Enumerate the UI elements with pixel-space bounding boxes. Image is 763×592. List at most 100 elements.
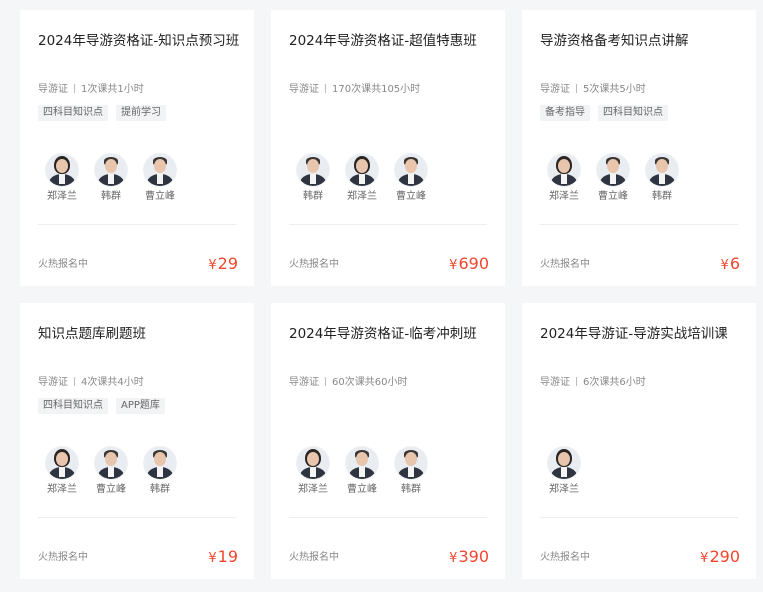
teacher-avatar[interactable] bbox=[45, 153, 79, 187]
enrollment-status: 火热报名中 bbox=[38, 552, 88, 563]
teacher[interactable]: 郑泽兰 bbox=[38, 153, 86, 203]
course-tag: 备考指导 bbox=[540, 105, 590, 121]
teacher[interactable]: 韩群 bbox=[387, 446, 435, 496]
card-divider bbox=[289, 224, 487, 225]
course-tags: 四科目知识点 提前学习 bbox=[38, 105, 166, 121]
teacher-name: 郑泽兰 bbox=[549, 484, 579, 495]
teacher-name: 郑泽兰 bbox=[298, 484, 328, 495]
teacher-list: 郑泽兰 曹立峰 韩群 bbox=[38, 446, 185, 496]
course-price: ¥29 bbox=[208, 254, 238, 276]
course-title[interactable]: 2024年导游资格证-知识点预习班 bbox=[38, 32, 244, 50]
course-title[interactable]: 知识点题库刷题班 bbox=[38, 325, 244, 343]
teacher-name: 韩群 bbox=[652, 191, 672, 202]
course-card[interactable]: 2024年导游资格证-超值特惠班导游证 170次课共105小时韩群 郑泽兰 曹立峰火热… bbox=[271, 10, 505, 286]
course-category: 导游证 bbox=[540, 377, 570, 388]
currency-symbol: ¥ bbox=[449, 258, 458, 273]
course-card[interactable]: 2024年导游资格证-临考冲刺班 导游证 60次课共60小时 郑泽兰 曹立峰 韩群 火热报名… bbox=[271, 303, 505, 579]
currency-symbol: ¥ bbox=[700, 551, 709, 566]
card-divider bbox=[38, 224, 236, 225]
meta-separator bbox=[576, 377, 577, 386]
teacher[interactable]: 曹立峰 bbox=[387, 153, 435, 203]
teacher-avatar[interactable] bbox=[45, 446, 79, 480]
teacher-avatar[interactable] bbox=[547, 153, 581, 187]
course-card[interactable]: 2024年导游资格证-知识点预习班导游证 1次课共1小时四科目知识点 提前学习郑泽兰… bbox=[20, 10, 254, 286]
meta-separator bbox=[74, 377, 75, 386]
teacher-avatar[interactable] bbox=[547, 446, 581, 480]
teacher-list: 郑泽兰 曹立峰 韩群 bbox=[289, 446, 436, 496]
meta-separator bbox=[325, 377, 326, 386]
course-title[interactable]: 2024年导游资格证-超值特惠班 bbox=[289, 32, 495, 50]
teacher-name: 曹立峰 bbox=[396, 191, 426, 202]
course-tag: APP题库 bbox=[116, 398, 165, 414]
teacher-list: 郑泽兰 bbox=[540, 446, 589, 496]
teacher-list: 郑泽兰 韩群 曹立峰 bbox=[38, 153, 185, 203]
teacher[interactable]: 韩群 bbox=[289, 153, 337, 203]
enrollment-status: 火热报名中 bbox=[540, 552, 590, 563]
course-title[interactable]: 导游资格备考知识点讲解 bbox=[540, 32, 746, 50]
teacher-avatar[interactable] bbox=[596, 153, 630, 187]
course-title[interactable]: 2024年导游资格证-临考冲刺班 bbox=[289, 325, 495, 343]
course-meta: 导游证 1次课共1小时 bbox=[38, 84, 144, 96]
teacher[interactable]: 郑泽兰 bbox=[540, 446, 588, 496]
card-divider bbox=[289, 517, 487, 518]
currency-symbol: ¥ bbox=[208, 258, 217, 273]
teacher[interactable]: 郑泽兰 bbox=[540, 153, 588, 203]
meta-separator bbox=[74, 84, 75, 93]
teacher-list: 韩群 郑泽兰 曹立峰 bbox=[289, 153, 436, 203]
course-title[interactable]: 2024年导游证-导游实战培训课 bbox=[540, 325, 746, 343]
meta-separator bbox=[325, 84, 326, 93]
teacher-list: 郑泽兰 曹立峰 韩群 bbox=[540, 153, 687, 203]
course-card[interactable]: 导游资格备考知识点讲解 导游证 5次课共5小时 备考指导 四科目知识点 郑泽兰 曹立峰 韩群火… bbox=[522, 10, 756, 286]
course-category: 导游证 bbox=[289, 84, 319, 95]
course-meta: 导游证 5次课共5小时 bbox=[540, 84, 646, 96]
price-value: 690 bbox=[458, 254, 489, 273]
course-tag: 四科目知识点 bbox=[598, 105, 668, 121]
teacher-avatar[interactable] bbox=[143, 153, 177, 187]
course-lessons: 170次课共105小时 bbox=[332, 84, 421, 95]
teacher[interactable]: 韩群 bbox=[87, 153, 135, 203]
price-value: 290 bbox=[709, 547, 740, 566]
teacher-avatar[interactable] bbox=[645, 153, 679, 187]
card-divider bbox=[540, 517, 738, 518]
course-category: 导游证 bbox=[540, 84, 570, 95]
teacher[interactable]: 曹立峰 bbox=[87, 446, 135, 496]
course-lessons: 5次课共5小时 bbox=[583, 84, 646, 95]
enrollment-status: 火热报名中 bbox=[289, 259, 339, 270]
currency-symbol: ¥ bbox=[449, 551, 458, 566]
teacher-avatar[interactable] bbox=[94, 153, 128, 187]
teacher[interactable]: 韩群 bbox=[638, 153, 686, 203]
teacher-name: 韩群 bbox=[303, 191, 323, 202]
course-category: 导游证 bbox=[289, 377, 319, 388]
course-tag: 提前学习 bbox=[116, 105, 166, 121]
teacher-avatar[interactable] bbox=[94, 446, 128, 480]
course-tags: 备考指导 四科目知识点 bbox=[540, 105, 668, 121]
course-price: ¥290 bbox=[700, 547, 740, 569]
course-meta: 导游证 60次课共60小时 bbox=[289, 377, 407, 389]
teacher-name: 韩群 bbox=[101, 191, 121, 202]
teacher-name: 曹立峰 bbox=[347, 484, 377, 495]
course-card[interactable]: 知识点题库刷题班 导游证 4次课共4小时 四科目知识点 APP题库 郑泽兰 曹立峰 韩群 火热报… bbox=[20, 303, 254, 579]
price-value: 6 bbox=[729, 254, 740, 273]
teacher-name: 韩群 bbox=[150, 484, 170, 495]
teacher[interactable]: 郑泽兰 bbox=[38, 446, 86, 496]
teacher[interactable]: 韩群 bbox=[136, 446, 184, 496]
teacher-avatar[interactable] bbox=[394, 446, 428, 480]
teacher-avatar[interactable] bbox=[296, 153, 330, 187]
teacher-avatar[interactable] bbox=[296, 446, 330, 480]
teacher[interactable]: 曹立峰 bbox=[136, 153, 184, 203]
teacher-name: 郑泽兰 bbox=[47, 484, 77, 495]
teacher-name: 曹立峰 bbox=[96, 484, 126, 495]
course-price: ¥6 bbox=[721, 254, 740, 276]
teacher[interactable]: 郑泽兰 bbox=[289, 446, 337, 496]
teacher[interactable]: 曹立峰 bbox=[338, 446, 386, 496]
teacher[interactable]: 郑泽兰 bbox=[338, 153, 386, 203]
teacher-name: 郑泽兰 bbox=[549, 191, 579, 202]
course-category: 导游证 bbox=[38, 84, 68, 95]
teacher-avatar[interactable] bbox=[345, 446, 379, 480]
course-card[interactable]: 2024年导游证-导游实战培训课 导游证 6次课共6小时 郑泽兰 火热报名中 ¥290 bbox=[522, 303, 756, 579]
teacher-avatar[interactable] bbox=[345, 153, 379, 187]
teacher[interactable]: 曹立峰 bbox=[589, 153, 637, 203]
teacher-avatar[interactable] bbox=[143, 446, 177, 480]
teacher-avatar[interactable] bbox=[394, 153, 428, 187]
course-lessons: 1次课共1小时 bbox=[81, 84, 144, 95]
